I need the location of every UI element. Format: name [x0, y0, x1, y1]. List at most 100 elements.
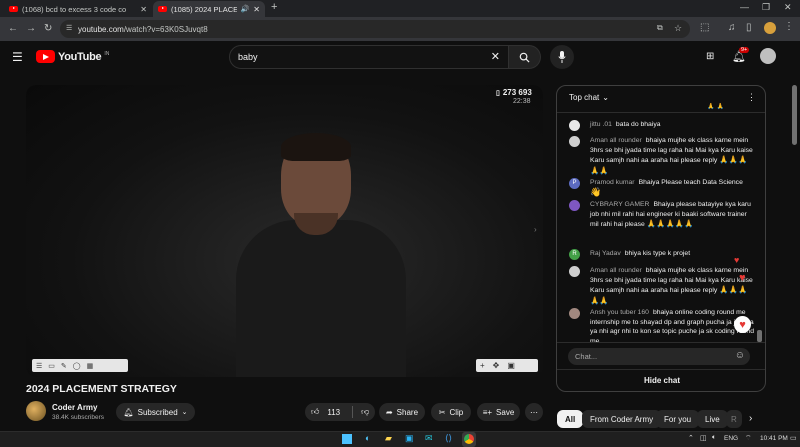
shape-tool-icon[interactable]: ◯ [73, 362, 81, 370]
chip-truncated[interactable]: R [726, 410, 742, 428]
tray-chevron-icon[interactable]: ⌃ [688, 434, 694, 442]
chat-avatar[interactable] [569, 200, 580, 211]
store-icon[interactable]: ▣ [405, 433, 414, 444]
address-bar[interactable]: ☰ youtube.com/watch?v=63K0SJuvqt8 ⧉ ☆ [60, 20, 690, 38]
windows-start-icon[interactable] [342, 434, 352, 444]
bell-icon: 🔔︎ [123, 407, 134, 417]
close-window-icon[interactable]: ✕ [784, 2, 792, 13]
share-button[interactable]: ➦ Share [379, 403, 425, 421]
like-count[interactable]: 113 [327, 408, 340, 417]
chat-message: jittu .01 bata do bhaiya [569, 120, 754, 131]
notification-center-icon[interactable]: ▭ [790, 434, 797, 442]
youtube-favicon-icon [158, 6, 167, 12]
chrome-icon[interactable] [464, 434, 474, 444]
url-path: /watch?v=63K0SJuvqt8 [123, 24, 208, 34]
chat-avatar[interactable]: P [569, 178, 580, 189]
chip-live[interactable]: Live [697, 410, 728, 428]
thumbs-up-icon[interactable]: 👍︎ [311, 407, 319, 417]
back-icon[interactable]: ← [8, 23, 18, 34]
forward-icon[interactable]: → [26, 23, 36, 34]
chat-scrollbar[interactable] [757, 330, 762, 342]
clock[interactable]: 10:41 PM [760, 435, 788, 442]
site-info-icon[interactable]: ☰ [66, 24, 72, 32]
channel-avatar[interactable] [26, 401, 46, 421]
volume-icon[interactable]: 🔈︎ [712, 434, 716, 442]
browser-tab-1[interactable]: (1068) bcd to excess 3 code co ✕ [4, 1, 152, 17]
mail-icon[interactable]: ✉ [425, 433, 433, 444]
browser-menu-icon[interactable]: ⋮ [784, 21, 794, 32]
clear-search-icon[interactable]: ✕ [491, 50, 500, 63]
thumbs-down-icon[interactable]: 👎︎ [361, 407, 369, 417]
clip-button[interactable]: ✂ Clip [431, 403, 471, 421]
language-indicator[interactable]: ENG [724, 435, 738, 442]
search-button[interactable] [509, 45, 541, 69]
chat-author[interactable]: Raj Yadav [590, 250, 621, 257]
more-actions-button[interactable]: ⋯ [525, 403, 543, 421]
emoji-picker-icon[interactable]: ☺ [735, 350, 745, 361]
subscribed-button[interactable]: 🔔︎ Subscribed ⌄ [116, 403, 195, 421]
chat-avatar[interactable] [569, 120, 580, 131]
network-icon[interactable]: ◫ [700, 434, 707, 442]
next-arrow-icon[interactable]: › [534, 225, 537, 234]
chat-text: bata do bhaiya [615, 121, 661, 128]
chat-avatar[interactable] [569, 136, 580, 147]
file-explorer-icon[interactable]: ▰ [385, 433, 392, 444]
voice-search-button[interactable] [550, 45, 574, 69]
chat-input[interactable]: Chat... ☺ [568, 348, 750, 365]
chip-from-coder-army[interactable]: From Coder Army [582, 410, 662, 428]
hamburger-menu-icon[interactable]: ☰ [12, 50, 23, 64]
chip-for-you[interactable]: For you [656, 410, 700, 428]
edge-icon[interactable]: ◐ [365, 433, 370, 443]
like-dislike-group: 👍︎ 113 👎︎ [305, 403, 375, 421]
chat-author[interactable]: Aman all rounder [590, 137, 642, 144]
search-input[interactable]: baby [238, 52, 258, 62]
channel-name[interactable]: Coder Army [52, 403, 98, 412]
profile-avatar[interactable] [764, 22, 776, 34]
chat-avatar[interactable] [569, 266, 580, 277]
account-avatar[interactable] [760, 48, 776, 64]
grid-tool-icon[interactable]: ▦ [87, 362, 94, 370]
cast-icon[interactable]: ⧉ [657, 23, 663, 33]
restore-icon[interactable]: ❐ [762, 2, 770, 13]
chat-message: P Pramod kumar Bhaiya Please teach Data Sc… [569, 178, 754, 197]
create-video-icon[interactable]: ⊞ [706, 51, 714, 62]
close-tab-icon[interactable]: ✕ [253, 5, 260, 14]
vscode-icon[interactable]: ⟨⟩ [445, 433, 452, 444]
chip-all[interactable]: All [557, 410, 584, 428]
audio-playing-icon[interactable]: 🔊 [241, 5, 250, 13]
bookmark-star-icon[interactable]: ☆ [674, 23, 682, 34]
move-icon[interactable]: ✥ [493, 361, 500, 370]
menu-tool-icon[interactable]: ☰ [36, 362, 42, 370]
reload-icon[interactable]: ↻ [44, 23, 52, 34]
video-player[interactable]: ▯ 273 693 22:38 ☰ ▭ ✎ ◯ ▦ + ✥ ▣ › [26, 85, 543, 377]
wifi-icon[interactable]: ⌔ [745, 434, 752, 443]
page-scrollbar[interactable] [792, 85, 797, 145]
new-tab-button[interactable]: + [271, 1, 277, 13]
minimize-icon[interactable]: — [740, 2, 749, 12]
add-page-icon[interactable]: + [480, 361, 485, 370]
chat-mode-selector[interactable]: Top chat ⌄ [569, 93, 609, 102]
heart-reaction-button[interactable]: ♥ [734, 316, 751, 333]
save-button[interactable]: ≡+ Save [477, 403, 520, 421]
chat-author[interactable]: CYBRARY GAMER [590, 201, 649, 208]
chat-author[interactable]: Pramod kumar [590, 179, 635, 186]
chat-menu-icon[interactable]: ⋮ [747, 92, 756, 103]
chat-avatar[interactable] [569, 308, 580, 319]
chat-author[interactable]: Aman all rounder [590, 267, 642, 274]
extensions-icon[interactable]: ⬚ [700, 22, 709, 33]
chips-next-icon[interactable]: › [749, 413, 752, 424]
media-control-icon[interactable]: ♫ [728, 22, 736, 33]
hide-chat-button[interactable]: Hide chat [557, 376, 765, 385]
chat-author[interactable]: Ansh you tuber 160 [590, 309, 649, 316]
side-panel-icon[interactable]: ▯ [746, 22, 752, 33]
screen-tool-icon[interactable]: ▭ [48, 362, 55, 370]
pen-tool-icon[interactable]: ✎ [61, 362, 67, 370]
chat-message-body: jittu .01 bata do bhaiya [590, 120, 754, 130]
chat-avatar[interactable]: R [569, 249, 580, 260]
page-icon[interactable]: ▣ [507, 361, 515, 370]
browser-tab-2[interactable]: (1085) 2024 PLACEMENT ST 🔊 ✕ [153, 1, 265, 17]
youtube-logo[interactable]: YouTube IN [36, 50, 109, 63]
notifications-badge: 9+ [739, 47, 750, 53]
chat-author[interactable]: jittu .01 [590, 121, 612, 128]
close-tab-icon[interactable]: ✕ [140, 5, 147, 14]
